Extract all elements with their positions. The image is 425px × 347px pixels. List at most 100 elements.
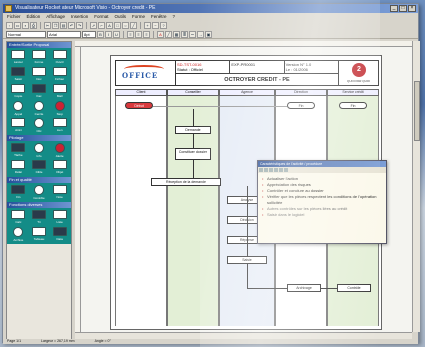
align-center-icon[interactable]: ≡ xyxy=(135,30,142,38)
menu-item-edit[interactable]: Édition xyxy=(27,13,41,21)
ellipse-icon[interactable]: ○ xyxy=(122,22,129,29)
flow-end[interactable]: Fin xyxy=(287,102,315,109)
stencil-shape[interactable]: Cercle xyxy=(30,101,49,116)
save-icon[interactable]: ▪ xyxy=(22,22,29,29)
stencil-shape[interactable]: Lancer xyxy=(9,50,28,65)
stencil-shape[interactable]: Forme xyxy=(30,50,49,65)
new-icon[interactable]: ▫ xyxy=(6,22,13,29)
menu-item-file[interactable]: Fichier xyxy=(7,13,21,21)
line-color-icon[interactable]: ╱ xyxy=(165,30,172,38)
help-icon[interactable]: ? xyxy=(160,22,167,29)
flow-node[interactable]: Constituer dossier xyxy=(175,148,211,160)
stencil-shape[interactable]: Copie xyxy=(9,84,28,99)
open-icon[interactable]: ▭ xyxy=(14,22,21,29)
stencil-shape[interactable]: Saisir xyxy=(9,67,28,82)
stencil-shape[interactable]: Arrêt xyxy=(9,118,28,133)
stop-box: 2 QUOI PAR QUOI xyxy=(338,61,378,85)
undo-icon[interactable]: ↶ xyxy=(68,22,75,29)
status-bar: Page 1/1 Largeur = 267,19 mm Angle = 0° xyxy=(3,339,418,344)
fill-color-icon[interactable]: ▦ xyxy=(173,30,180,38)
stencil-shape[interactable]: Fax xyxy=(30,84,49,99)
menu-item-insert[interactable]: Insertion xyxy=(71,13,88,21)
style-combo[interactable]: Normal xyxy=(6,30,46,38)
line-pattern-icon[interactable]: ┅ xyxy=(189,30,196,38)
cut-icon[interactable]: ✂ xyxy=(44,22,51,29)
menu-item-shape[interactable]: Forme xyxy=(132,13,145,21)
dialog-tool-icon[interactable] xyxy=(264,168,268,172)
stencil-shape[interactable]: Contrôle xyxy=(30,185,49,200)
stencil-shape[interactable]: Appel xyxy=(9,101,28,116)
redo-icon[interactable]: ↷ xyxy=(76,22,83,29)
dialog-tool-icon[interactable] xyxy=(274,168,278,172)
minimize-icon[interactable]: _ xyxy=(390,5,398,12)
paste-icon[interactable]: ▤ xyxy=(60,22,67,29)
dialog-tool-icon[interactable] xyxy=(279,168,283,172)
stencil-shape[interactable]: Doc xyxy=(30,67,49,82)
align-left-icon[interactable]: ≡ xyxy=(127,30,134,38)
zoom-out-icon[interactable]: − xyxy=(152,22,159,29)
align-right-icon[interactable]: ≡ xyxy=(143,30,150,38)
font-size-combo[interactable]: 8pt xyxy=(82,30,96,38)
shadow-icon[interactable]: ▣ xyxy=(205,30,212,38)
flow-node[interactable]: Archivage xyxy=(287,284,321,292)
stencil-shape[interactable]: Lien xyxy=(50,118,69,133)
stencil-shape[interactable]: Fin xyxy=(9,185,28,200)
stencil-shape[interactable]: Ouvrir xyxy=(50,50,69,65)
stencil-shape[interactable]: Délai xyxy=(9,160,28,175)
font-combo[interactable]: Arial xyxy=(47,30,81,38)
flow-start[interactable]: Début xyxy=(125,102,153,109)
stencil-shape[interactable]: Archive xyxy=(9,227,28,242)
font-color-icon[interactable]: A xyxy=(157,30,164,38)
stencil-shape[interactable]: Calc xyxy=(9,210,28,225)
rectangle-icon[interactable]: □ xyxy=(114,22,121,29)
maximize-icon[interactable]: □ xyxy=(399,5,407,12)
menu-item-help[interactable]: ? xyxy=(173,13,176,21)
horizontal-scrollbar[interactable] xyxy=(75,332,412,339)
stencil-shape[interactable]: Cible xyxy=(30,160,49,175)
stencil-shape[interactable]: Data xyxy=(50,227,69,242)
line-ends-icon[interactable]: → xyxy=(197,30,204,38)
text-icon[interactable]: A xyxy=(106,22,113,29)
lane-header-service-credit: Service crédit xyxy=(327,89,379,96)
flow-end[interactable]: Fin xyxy=(339,102,367,109)
stencil-shape[interactable]: Fichier xyxy=(50,67,69,82)
stencil-shape[interactable]: Tableau xyxy=(30,227,49,242)
connector-icon[interactable]: ⌐ xyxy=(98,22,105,29)
pointer-icon[interactable]: ➚ xyxy=(90,22,97,29)
menu-item-window[interactable]: Fenêtre xyxy=(151,13,167,21)
stencil-shape[interactable]: Note xyxy=(50,185,69,200)
print-icon[interactable]: ⎙ xyxy=(30,22,37,29)
shape-label: Délai xyxy=(14,170,22,174)
menu-item-tools[interactable]: Outils xyxy=(115,13,127,21)
flow-node[interactable]: Réception de la demande xyxy=(151,178,221,186)
flow-node[interactable]: Demande xyxy=(175,126,211,134)
dialog-tool-icon[interactable] xyxy=(284,168,288,172)
stencil-shape[interactable]: Tâche xyxy=(9,143,28,158)
menu-item-format[interactable]: Format xyxy=(94,13,108,21)
shape-label: Stop xyxy=(56,112,63,116)
vertical-scrollbar[interactable] xyxy=(412,41,420,332)
copy-icon[interactable]: ❐ xyxy=(52,22,59,29)
stencil-shape[interactable]: Stop xyxy=(50,101,69,116)
stencil-shape[interactable]: Mail xyxy=(50,84,69,99)
stencil-shape[interactable]: Clic xyxy=(30,118,49,133)
italic-icon[interactable]: I xyxy=(105,30,112,38)
shape-label: Calc xyxy=(15,220,22,224)
underline-icon[interactable]: U xyxy=(113,30,120,38)
stencil-shape[interactable]: Liste xyxy=(50,210,69,225)
scroll-thumb[interactable] xyxy=(414,81,420,141)
bold-icon[interactable]: B xyxy=(97,30,104,38)
stencil-shape[interactable]: Info xyxy=(30,143,49,158)
stencil-shape[interactable]: Tri xyxy=(30,210,49,225)
dialog-tool-icon[interactable] xyxy=(259,168,263,172)
dialog-tool-icon[interactable] xyxy=(269,168,273,172)
line-icon[interactable]: ╱ xyxy=(130,22,137,29)
flow-node[interactable]: Saisie xyxy=(227,256,267,264)
line-weight-icon[interactable]: ≣ xyxy=(181,30,188,38)
flow-node[interactable]: Contrôle xyxy=(337,284,371,292)
stencil-shape[interactable]: Objet xyxy=(50,160,69,175)
close-icon[interactable]: × xyxy=(408,5,416,12)
menu-item-view[interactable]: Affichage xyxy=(46,13,65,21)
zoom-in-icon[interactable]: + xyxy=(144,22,151,29)
stencil-shape[interactable]: Alerte xyxy=(50,143,69,158)
